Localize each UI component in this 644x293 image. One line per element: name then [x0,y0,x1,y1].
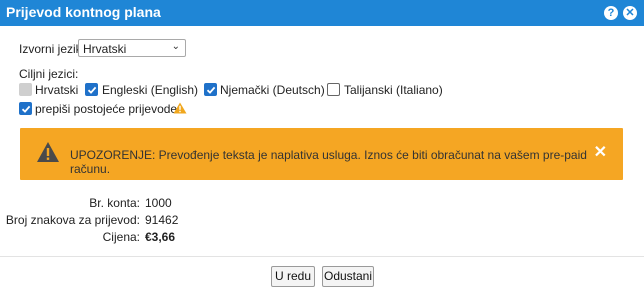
option-hrvatski-label: Hrvatski [35,83,79,97]
checkmark-icon [206,86,215,94]
alert-close-icon[interactable]: ✕ [594,142,607,162]
account-label: Br. konta: [89,196,140,210]
source-language-label: Izvorni jezik: [19,42,86,56]
warning-triangle-icon [37,142,59,162]
close-icon[interactable]: ✕ [623,6,637,20]
price-value: €3,66 [145,230,176,244]
checkbox-overwrite[interactable] [19,102,32,115]
footer-divider [0,256,644,257]
overwrite-label: prepiši postojeće prijevode [35,102,178,116]
price-label: Cijena: [102,230,140,244]
checkmark-icon [21,105,30,113]
dialog-titlebar: Prijevod kontnog plana ? ✕ [0,0,644,26]
dialog-title: Prijevod kontnog plana [6,4,161,20]
account-value: 1000 [145,196,172,210]
alert-message: UPOZORENJE: Prevođenje teksta je naplati… [70,148,587,176]
target-languages-label: Ciljni jezici: [19,67,79,81]
translation-dialog: Prijevod kontnog plana ? ✕ Izvorni jezik… [0,0,644,293]
warning-alert: UPOZORENJE: Prevođenje teksta je naplati… [20,128,623,180]
checkbox-hrvatski [19,83,32,96]
option-njemacki-label: Njemački (Deutsch) [220,83,325,97]
checkbox-talijanski[interactable] [327,83,340,96]
warning-icon [173,102,187,114]
help-icon[interactable]: ? [604,6,618,20]
ok-button[interactable]: U redu [271,266,315,287]
option-engleski-label: Engleski (English) [102,83,199,97]
source-language-select[interactable]: Hrvatski ⌄ [78,39,186,57]
checkbox-engleski[interactable] [85,83,98,96]
option-talijanski-label: Talijanski (Italiano) [344,83,443,97]
cancel-button[interactable]: Odustani [322,266,374,287]
checkmark-icon [87,86,96,94]
char-count-value: 91462 [145,213,179,227]
char-count-label: Broj znakova za prijevod: [5,213,140,227]
checkbox-njemacki[interactable] [204,83,217,96]
source-language-value: Hrvatski [83,42,127,56]
chevron-down-icon: ⌄ [171,41,180,52]
